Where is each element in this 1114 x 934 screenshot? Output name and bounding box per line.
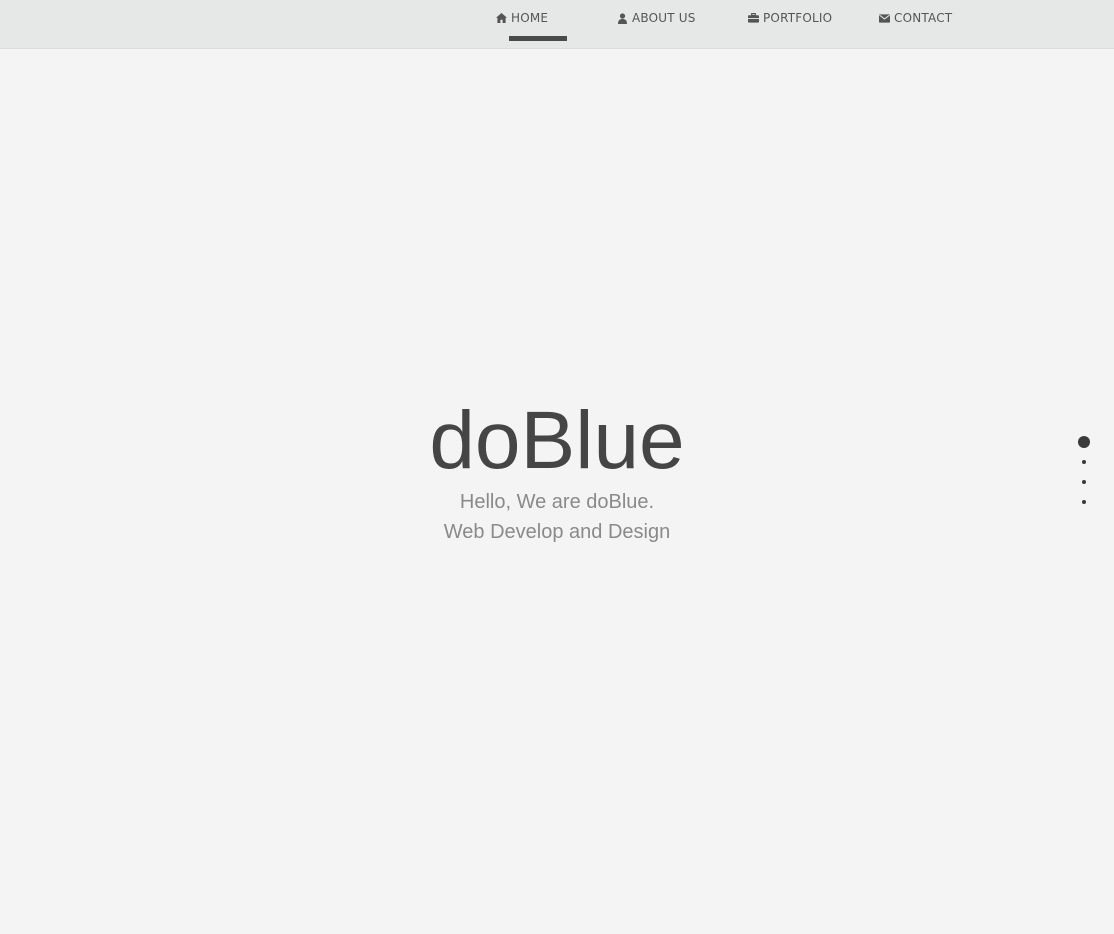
section-pagination [1074, 432, 1094, 512]
home-icon [496, 13, 507, 24]
nav-item-about-us[interactable]: ABOUT US [617, 0, 696, 36]
nav-item-contact[interactable]: CONTACT [879, 0, 952, 36]
nav-item-about-us-label: ABOUT US [632, 11, 696, 25]
briefcase-icon [748, 13, 759, 24]
hero-tagline: Hello, We are doBlue. [459, 491, 655, 513]
pagination-dot-2[interactable] [1082, 460, 1086, 464]
hero-section: doBlue Hello, We are doBlue. Web Develop… [0, 395, 1114, 547]
envelope-icon [879, 13, 890, 24]
nav-item-contact-label: CONTACT [894, 11, 953, 25]
user-icon [617, 12, 628, 24]
top-navbar: HOME ABOUT US PORTFOLIO CONTACT [0, 0, 1114, 49]
nav-item-home[interactable]: HOME [496, 0, 548, 36]
nav-item-home-label: HOME [511, 11, 549, 25]
nav-item-portfolio-label: PORTFOLIO [763, 11, 833, 25]
hero-title: doBlue [429, 395, 685, 486]
pagination-dot-3[interactable] [1082, 480, 1086, 484]
nav-item-portfolio[interactable]: PORTFOLIO [748, 0, 832, 36]
hero-subtitle: Web Develop and Design [443, 521, 671, 543]
active-nav-indicator [509, 36, 567, 41]
pagination-dot-4[interactable] [1082, 500, 1086, 504]
pagination-dot-1[interactable] [1078, 436, 1090, 448]
